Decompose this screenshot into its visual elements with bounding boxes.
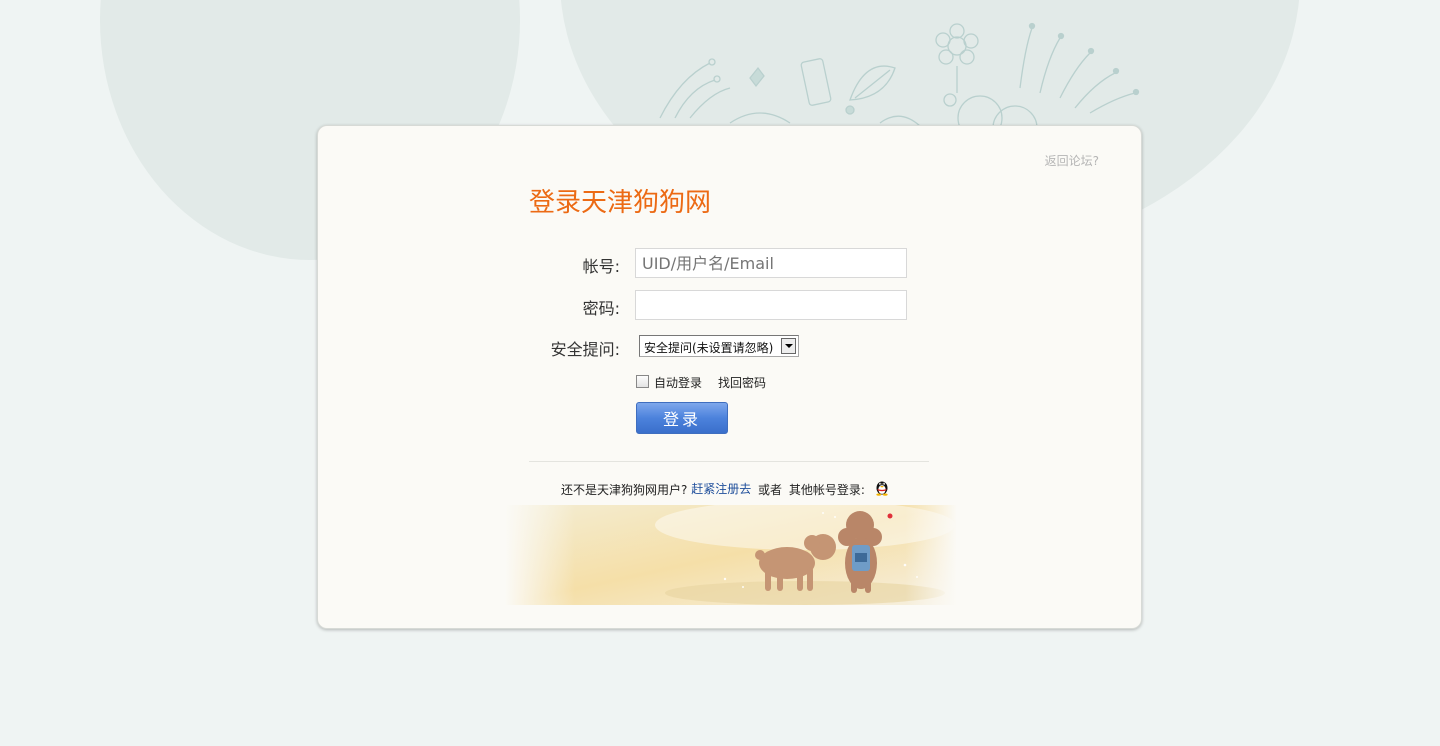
forgot-password-link[interactable]: 找回密码 bbox=[718, 374, 766, 391]
auto-login-checkbox[interactable] bbox=[636, 375, 649, 388]
or-text: 或者 bbox=[758, 483, 783, 497]
qq-penguin-icon[interactable] bbox=[873, 478, 891, 496]
account-row: 帐号: bbox=[318, 248, 1143, 278]
password-row: 密码: bbox=[318, 290, 1143, 320]
other-accounts-label: 其他帐号登录: bbox=[788, 483, 865, 497]
login-card: 返回论坛? 登录天津狗狗网 帐号: 密码: 安全提问: 安全提问(未设置请忽略)… bbox=[317, 125, 1142, 629]
divider bbox=[529, 461, 929, 462]
account-input[interactable] bbox=[635, 248, 907, 278]
login-button[interactable]: 登录 bbox=[636, 402, 728, 434]
auto-login-label[interactable]: 自动登录 bbox=[654, 374, 702, 391]
password-label: 密码: bbox=[582, 299, 620, 318]
security-question-row: 安全提问: 安全提问(未设置请忽略) bbox=[318, 332, 1143, 362]
security-question-label: 安全提问: bbox=[550, 340, 620, 359]
register-row: 还不是天津狗狗网用户? 赶紧注册去 或者 其他帐号登录: bbox=[561, 480, 891, 498]
back-to-forum-link[interactable]: 返回论坛? bbox=[1045, 152, 1099, 169]
register-prompt: 还不是天津狗狗网用户? bbox=[561, 483, 688, 497]
chevron-down-icon[interactable] bbox=[781, 338, 796, 354]
register-link[interactable]: 赶紧注册去 bbox=[691, 482, 751, 496]
security-question-selected: 安全提问(未设置请忽略) bbox=[644, 341, 774, 355]
account-label: 帐号: bbox=[582, 257, 620, 276]
floral-decoration bbox=[659, 22, 1140, 128]
banner-image-dogs bbox=[505, 505, 957, 605]
security-question-select[interactable]: 安全提问(未设置请忽略) bbox=[639, 335, 799, 357]
page-title: 登录天津狗狗网 bbox=[529, 188, 712, 218]
password-input[interactable] bbox=[635, 290, 907, 320]
page: 返回论坛? 登录天津狗狗网 帐号: 密码: 安全提问: 安全提问(未设置请忽略)… bbox=[0, 0, 1440, 746]
